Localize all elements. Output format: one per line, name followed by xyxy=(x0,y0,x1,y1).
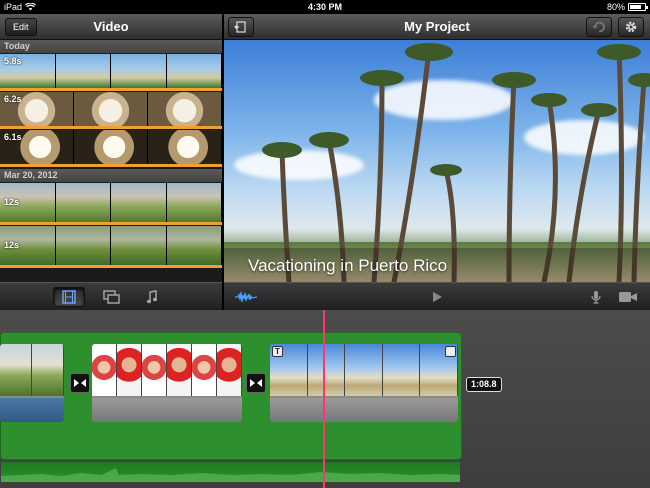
playhead[interactable] xyxy=(323,310,325,488)
camera-button[interactable] xyxy=(612,287,644,307)
clip-thumbnail xyxy=(166,54,222,88)
battery-percent: 80% xyxy=(606,2,625,12)
clip-frame xyxy=(307,344,346,396)
settings-button[interactable] xyxy=(618,17,644,37)
status-bar: iPad 4:30 PM 80% xyxy=(0,0,650,14)
play-button[interactable] xyxy=(421,287,453,307)
music-note-icon xyxy=(147,290,157,304)
clip-frame xyxy=(92,344,117,396)
clip-thumbnail xyxy=(111,54,167,88)
palm-trees xyxy=(262,43,650,282)
clip-thumbnail xyxy=(166,183,222,222)
clip-row[interactable]: 5.8s xyxy=(0,54,222,91)
clip-thumbnail xyxy=(55,183,111,222)
status-right: 80% xyxy=(606,2,648,12)
clip-duration: 12s xyxy=(4,240,20,250)
battery-fill xyxy=(630,5,641,9)
title-caption: Vacationing in Puerto Rico xyxy=(248,256,448,275)
clip-frame xyxy=(217,344,242,396)
clip-frame xyxy=(142,344,167,396)
clip-frames xyxy=(92,344,242,396)
clip-audio-strip xyxy=(92,398,242,422)
section-header-today: Today xyxy=(0,40,222,53)
clip-row[interactable]: 12s xyxy=(0,183,222,225)
clip-duration-label: 1:08.8 xyxy=(466,377,502,392)
clip-thumbnail xyxy=(111,183,167,222)
record-audio-button[interactable] xyxy=(580,287,612,307)
timeline-clip[interactable] xyxy=(0,344,64,422)
gear-icon xyxy=(625,21,637,33)
browser-header: Edit Video xyxy=(0,14,222,40)
end-marker-icon xyxy=(445,346,456,357)
clip-thumbnail xyxy=(148,92,222,126)
audio-waveform xyxy=(1,468,460,482)
clip-duration: 6.2s xyxy=(4,94,22,104)
clip-duration: 12s xyxy=(4,197,20,207)
audio-tab[interactable] xyxy=(136,287,168,307)
audio-waveform-button[interactable] xyxy=(230,287,262,307)
viewer-panel: My Project Vacationing in Puerto Rico xyxy=(224,14,650,282)
play-icon xyxy=(433,292,442,302)
clip-thumbnail xyxy=(166,226,222,265)
viewer-toolbar xyxy=(224,282,650,310)
undo-icon xyxy=(592,21,605,33)
browser-title: Video xyxy=(93,19,129,34)
timeline-clip-selected[interactable]: T xyxy=(270,344,458,422)
clip-duration: 5.8s xyxy=(4,56,22,66)
transition-button[interactable] xyxy=(246,373,266,393)
clip-duration: 6.1s xyxy=(4,132,22,142)
photos-tab[interactable] xyxy=(96,287,128,307)
status-time: 4:30 PM xyxy=(307,2,342,12)
clip-thumbnail xyxy=(55,54,111,88)
clip-frame xyxy=(345,344,383,396)
filmstrip-icon xyxy=(62,290,76,304)
transition-icon xyxy=(250,379,262,387)
clip-frame xyxy=(167,344,192,396)
microphone-icon xyxy=(591,291,601,304)
transition-icon xyxy=(74,379,86,387)
clip-frames xyxy=(270,344,458,396)
clip-row[interactable]: 12s xyxy=(0,226,222,268)
clip-frame xyxy=(192,344,217,396)
waveform-icon xyxy=(235,291,257,303)
clip-thumbnail xyxy=(74,130,148,164)
clip-frame xyxy=(382,344,421,396)
clip-thumbnail xyxy=(74,92,148,126)
browser-toolbar xyxy=(0,282,222,310)
clip-frames xyxy=(0,344,64,396)
clip-audio-strip xyxy=(270,398,458,422)
clip-thumbnail xyxy=(55,226,111,265)
clip-row[interactable]: 6.1s xyxy=(0,130,222,167)
section-header-date: Mar 20, 2012 xyxy=(0,169,222,182)
clip-frame xyxy=(117,344,142,396)
video-camera-icon xyxy=(619,292,637,302)
transition-button[interactable] xyxy=(70,373,90,393)
audio-waveform-track xyxy=(1,462,460,482)
battery-icon xyxy=(628,3,648,11)
clip-row[interactable]: 6.2s xyxy=(0,92,222,129)
title-badge: T xyxy=(272,346,283,357)
clip-audio-strip xyxy=(0,398,64,422)
video-preview[interactable]: Vacationing in Puerto Rico xyxy=(224,40,650,282)
video-tab[interactable] xyxy=(53,287,85,307)
clip-frame xyxy=(32,344,64,396)
project-timeline[interactable]: T 1:08.8 xyxy=(0,310,650,488)
timeline-clip[interactable] xyxy=(92,344,242,422)
viewer-header: My Project xyxy=(224,14,650,40)
photos-icon xyxy=(103,290,120,304)
clip-thumbnail xyxy=(111,226,167,265)
undo-button[interactable] xyxy=(586,17,612,37)
media-browser: Edit Video Today 5.8s 6.2s 6.1s Mar 20, … xyxy=(0,14,222,282)
clip-thumbnail xyxy=(148,130,222,164)
clip-frame xyxy=(0,344,32,396)
